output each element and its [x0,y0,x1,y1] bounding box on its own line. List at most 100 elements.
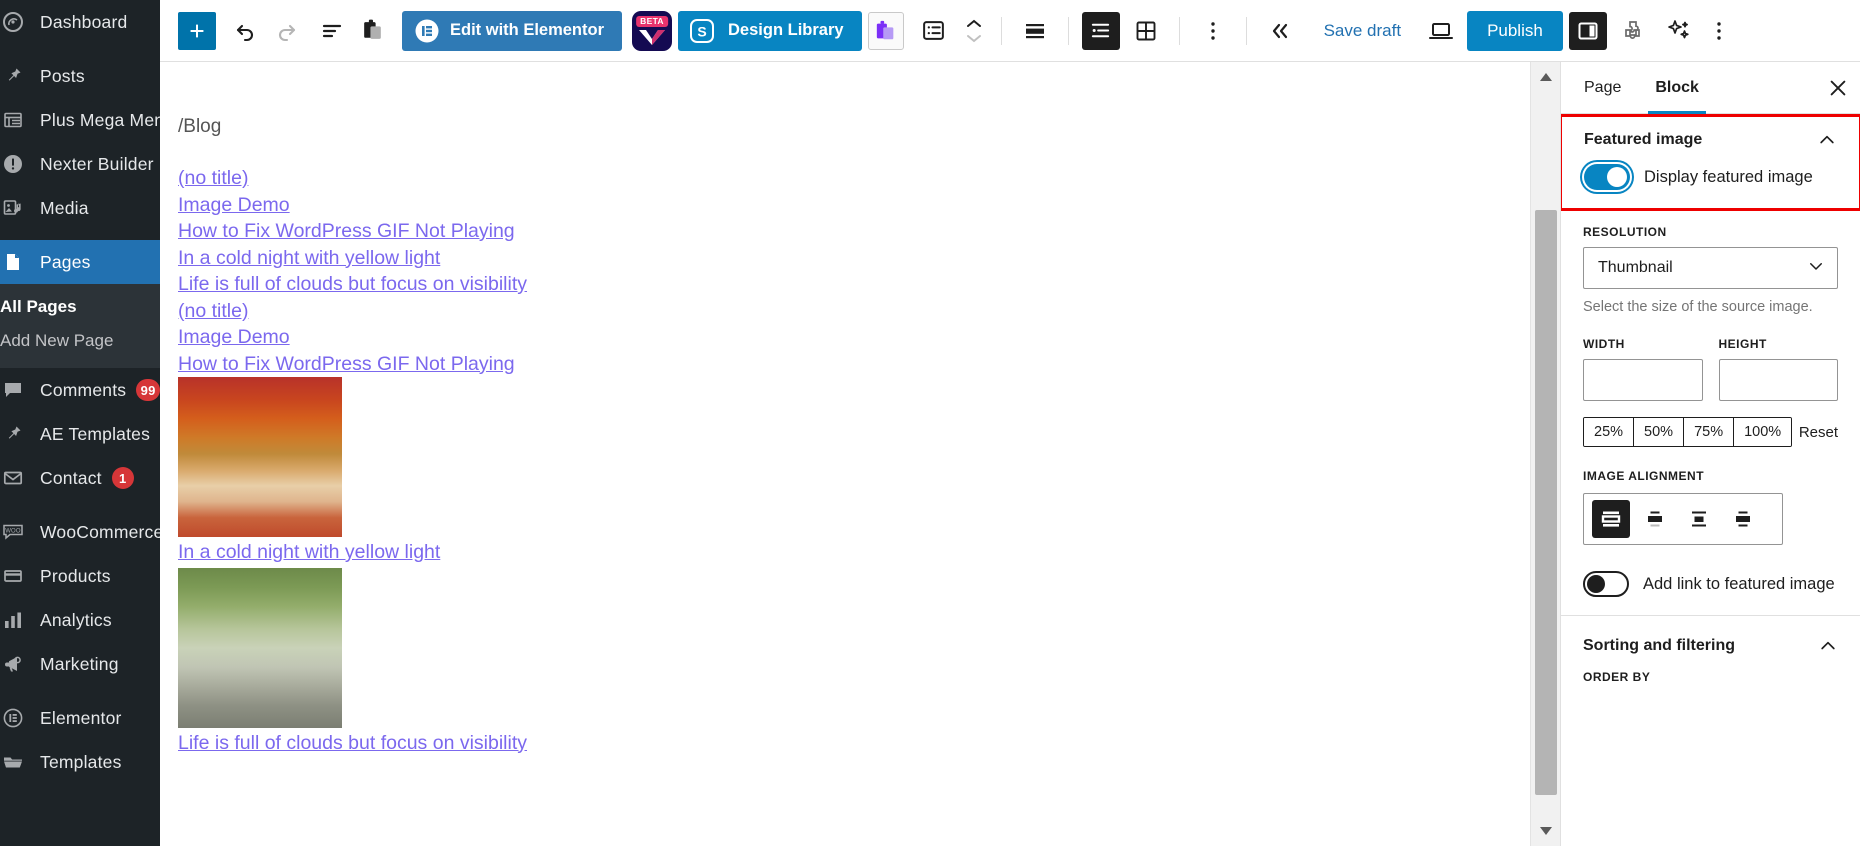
collapse-toolbar-icon[interactable] [1260,11,1300,51]
sidebar-item-comments[interactable]: Comments 99 [0,368,160,412]
sidebar-item-label: Analytics [40,609,112,630]
folder-icon [0,749,26,775]
post-link[interactable]: How to Fix WordPress GIF Not Playing [178,351,515,378]
options-icon[interactable] [1193,11,1233,51]
more-options-icon[interactable] [1699,11,1739,51]
canvas-scrollbar[interactable] [1530,62,1560,846]
sidebar-item-elementor[interactable]: Elementor [0,696,160,740]
submenu-item-add-new-page[interactable]: Add New Page [0,324,160,358]
align-bottom-button[interactable] [1724,500,1762,538]
height-input[interactable] [1718,359,1838,401]
resolution-select[interactable]: Thumbnail [1583,247,1838,289]
post-link[interactable]: In a cold night with yellow light [178,245,440,272]
post-link[interactable]: Life is full of clouds but focus on visi… [178,271,527,298]
query-list-view-icon[interactable] [1081,11,1120,50]
scrollbar-thumb[interactable] [1535,210,1557,795]
sidebar-item-label: Products [40,565,111,586]
scroll-up-arrow-icon[interactable] [1531,62,1561,92]
sidebar-item-pages[interactable]: Pages [0,240,160,284]
move-up-down-stepper[interactable] [960,17,988,45]
sidebar-item-dashboard[interactable]: Dashboard [0,0,160,44]
preview-icon[interactable] [1421,11,1461,51]
document-overview-icon[interactable] [312,11,352,51]
sidebar-item-products[interactable]: Products [0,554,160,598]
sidebar-item-contact[interactable]: Contact 1 [0,456,160,500]
plugin-puzzle-icon[interactable] [1613,11,1653,51]
align-middle-button[interactable] [1680,500,1718,538]
beta-plugin-icon[interactable]: BETA [632,10,673,51]
post-link[interactable]: (no title) [178,298,248,325]
submenu-item-all-pages[interactable]: All Pages [0,290,160,324]
featured-image-options: RESOLUTION Thumbnail Select the size of … [1561,211,1860,615]
display-featured-image-label: Display featured image [1644,167,1813,186]
chevron-down-icon [1807,257,1825,280]
post-link-image-caption-1[interactable]: In a cold night with yellow light [178,539,440,566]
settings-sidebar: Page Block Featured image Display featur… [1560,62,1860,846]
sidebar-item-analytics[interactable]: Analytics [0,598,160,642]
featured-thumbnail-forest[interactable] [178,567,342,728]
close-icon[interactable] [1816,66,1860,110]
grid-view-icon[interactable] [1126,11,1166,51]
save-draft-button[interactable]: Save draft [1310,21,1416,41]
ai-sparkle-icon[interactable] [1659,11,1699,51]
sidebar-item-nexter-builder[interactable]: Nexter Builder [0,142,160,186]
chevron-up-icon[interactable] [1817,130,1837,150]
add-link-row[interactable]: Add link to featured image [1583,571,1838,597]
display-featured-image-row[interactable]: Display featured image [1584,164,1837,190]
post-link[interactable]: Image Demo [178,192,290,219]
sidebar-item-plus-mega-menu[interactable]: Plus Mega Menu [0,98,160,142]
align-none-button[interactable] [1592,500,1630,538]
settings-sidebar-icon[interactable] [1568,11,1607,50]
tab-block[interactable]: Block [1638,62,1716,114]
list-view-icon[interactable] [914,11,954,51]
pin-icon [0,421,26,447]
undo-icon[interactable] [226,11,266,51]
sidebar-item-label: Templates [40,751,122,772]
settings-tabs: Page Block [1561,62,1860,114]
scale-button-100[interactable]: 100% [1734,418,1792,446]
post-link[interactable]: How to Fix WordPress GIF Not Playing [178,218,515,245]
media-icon [0,195,26,221]
post-link-image-caption-2[interactable]: Life is full of clouds but focus on visi… [178,730,527,757]
scale-button-50[interactable]: 50% [1634,418,1685,446]
post-link[interactable]: (no title) [178,165,248,192]
post-link[interactable]: Image Demo [178,324,290,351]
display-featured-image-toggle[interactable] [1584,164,1630,190]
elementor-icon [415,19,439,42]
sidebar-item-label: Media [40,197,89,218]
tab-page[interactable]: Page [1567,62,1638,114]
sidebar-item-label: Posts [40,65,85,86]
scale-button-25[interactable]: 25% [1584,418,1635,446]
edit-with-elementor-button[interactable]: Edit with Elementor [402,10,623,51]
add-link-toggle[interactable] [1583,571,1629,597]
sidebar-item-templates[interactable]: Templates [0,740,160,784]
align-block-icon[interactable] [1015,11,1055,51]
copy-purple-icon[interactable] [867,11,904,50]
design-library-button[interactable]: S Design Library [678,10,862,51]
sidebar-item-woocommerce[interactable]: WOO WooCommerce [0,510,160,554]
sidebar-item-posts[interactable]: Posts [0,54,160,98]
featured-thumbnail-autumn[interactable] [178,377,342,537]
sidebar-item-media[interactable]: Media [0,186,160,230]
sidebar-item-marketing[interactable]: Marketing [0,642,160,686]
publish-button[interactable]: Publish [1467,10,1563,51]
copy-icon[interactable] [352,11,392,51]
chevron-up-icon-sorting[interactable] [1818,636,1838,656]
scale-button-75[interactable]: 75% [1684,418,1735,446]
width-input[interactable] [1583,359,1703,401]
featured-image-header[interactable]: Featured image [1584,130,1837,150]
resolution-value: Thumbnail [1598,259,1673,276]
sidebar-item-label: Marketing [40,653,119,674]
post-canvas[interactable]: /Blog (no title) Image Demo How to Fix Wor… [160,62,1530,846]
scroll-down-arrow-icon[interactable] [1531,816,1561,846]
reset-button[interactable]: Reset [1799,424,1838,441]
menu-separator [0,230,160,240]
dashboard-icon [0,9,26,35]
sidebar-item-ae-templates[interactable]: AE Templates [0,412,160,456]
sorting-filtering-header[interactable]: Sorting and filtering [1583,636,1838,656]
align-top-button[interactable] [1636,500,1674,538]
wordpress-block-editor: Dashboard Posts Plus Mega Menu Nexter Build… [0,0,1860,846]
redo-icon[interactable] [266,11,306,51]
canvas-wrapper: /Blog (no title) Image Demo How to Fix Wor… [160,62,1560,846]
add-block-button[interactable] [178,11,216,50]
